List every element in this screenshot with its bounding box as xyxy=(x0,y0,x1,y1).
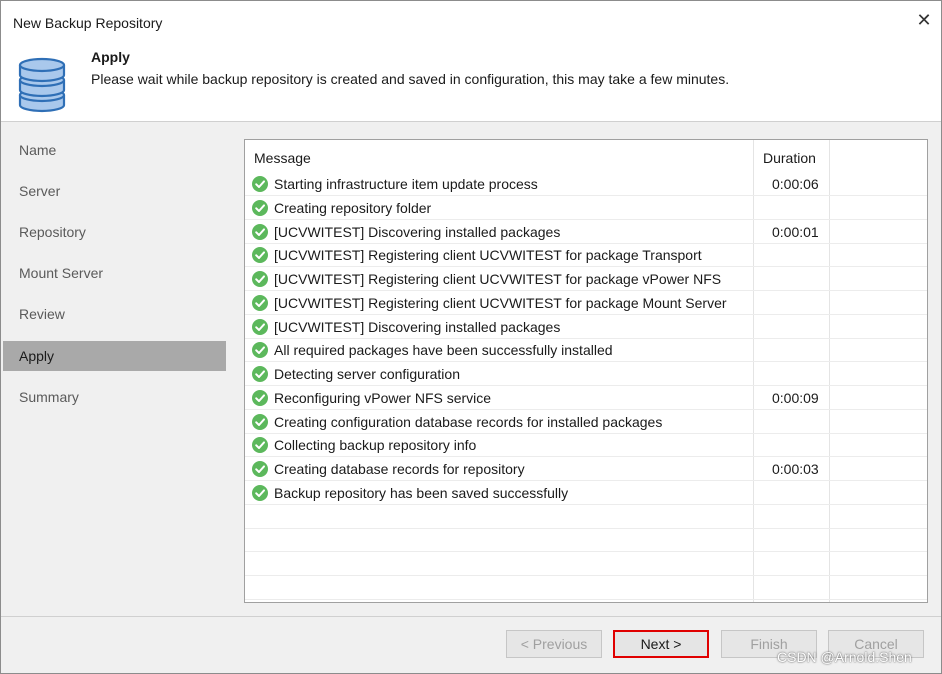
empty-row xyxy=(245,552,927,576)
empty-row xyxy=(245,576,927,600)
success-check-icon xyxy=(252,223,268,240)
table-row[interactable]: [UCVWITEST] Discovering installed packag… xyxy=(245,315,927,339)
row-message: Reconfiguring vPower NFS service xyxy=(274,389,492,406)
table-row[interactable]: [UCVWITEST] Registering client UCVWITEST… xyxy=(245,243,927,268)
success-check-icon xyxy=(252,389,268,406)
empty-row xyxy=(245,600,927,603)
success-check-icon xyxy=(252,484,268,501)
success-check-icon xyxy=(252,461,268,477)
row-message: [UCVWITEST] Discovering installed packag… xyxy=(274,318,561,335)
table-row[interactable]: Creating database records for repository… xyxy=(245,457,927,481)
row-message: [UCVWITEST] Registering client UCVWITEST… xyxy=(274,294,727,311)
success-check-icon xyxy=(252,271,268,287)
row-message: Detecting server configuration xyxy=(274,366,460,382)
sidebar-item-mount-server[interactable]: Mount Server xyxy=(3,258,226,288)
row-message: Starting infrastructure item update proc… xyxy=(274,176,538,192)
sidebar-item-summary[interactable]: Summary xyxy=(3,382,226,412)
success-check-icon xyxy=(252,437,268,454)
row-message: [UCVWITEST] Discovering installed packag… xyxy=(274,223,561,240)
success-check-icon xyxy=(252,318,268,335)
success-check-icon xyxy=(252,413,268,430)
success-check-icon xyxy=(252,366,268,382)
table-row[interactable]: Backup repository has been saved success… xyxy=(245,481,927,505)
title-bar: New Backup Repository ✕ xyxy=(1,1,941,41)
close-icon[interactable]: ✕ xyxy=(913,9,935,31)
row-message: Creating configuration database records … xyxy=(274,413,663,430)
row-message: Collecting backup repository info xyxy=(274,437,477,454)
table-row[interactable]: Detecting server configuration xyxy=(245,362,927,386)
column-header-message[interactable]: Message xyxy=(254,150,311,166)
table-row[interactable]: Starting infrastructure item update proc… xyxy=(245,172,927,196)
row-message: All required packages have been successf… xyxy=(274,342,613,359)
row-duration: 0:00:06 xyxy=(772,176,819,192)
success-check-icon xyxy=(252,342,268,359)
step-description: Please wait while backup repository is c… xyxy=(91,71,730,87)
wizard-steps-sidebar: Name Server Repository Mount Server Revi… xyxy=(1,122,229,616)
watermark: CSDN @Arnold.Shen xyxy=(777,649,912,665)
sidebar-item-review[interactable]: Review xyxy=(3,299,226,329)
wizard-window: New Backup Repository ✕ Apply Please wai… xyxy=(0,0,942,674)
table-row[interactable]: Collecting backup repository info xyxy=(245,433,927,458)
sidebar-item-server[interactable]: Server xyxy=(3,176,226,206)
database-icon xyxy=(18,57,66,113)
table-row[interactable]: [UCVWITEST] Discovering installed packag… xyxy=(245,220,927,244)
success-check-icon xyxy=(252,294,268,311)
step-title: Apply xyxy=(91,49,130,65)
row-duration: 0:00:03 xyxy=(772,461,819,477)
table-row[interactable]: Reconfiguring vPower NFS service 0:00:09 xyxy=(245,386,927,410)
sidebar-item-name[interactable]: Name xyxy=(3,135,226,165)
success-check-icon xyxy=(252,176,268,192)
next-button[interactable]: Next > xyxy=(613,630,709,658)
row-message: Creating database records for repository xyxy=(274,461,525,477)
table-row[interactable]: [UCVWITEST] Registering client UCVWITEST… xyxy=(245,267,927,291)
success-check-icon xyxy=(252,199,268,216)
main-panel: Message Duration Starting infrastructure… xyxy=(229,122,941,616)
window-title: New Backup Repository xyxy=(13,15,163,31)
table-row[interactable]: All required packages have been successf… xyxy=(245,338,927,363)
previous-button[interactable]: < Previous xyxy=(506,630,602,658)
sidebar-item-apply[interactable]: Apply xyxy=(3,341,226,371)
row-message: [UCVWITEST] Registering client UCVWITEST… xyxy=(274,247,702,264)
row-duration: 0:00:01 xyxy=(772,223,819,240)
table-row[interactable]: Creating repository folder xyxy=(245,196,927,220)
table-row[interactable]: Creating configuration database records … xyxy=(245,410,927,434)
progress-log-list[interactable]: Message Duration Starting infrastructure… xyxy=(244,139,928,603)
empty-row xyxy=(245,528,927,553)
empty-row xyxy=(245,505,927,529)
sidebar-item-repository[interactable]: Repository xyxy=(3,217,226,247)
column-header-duration[interactable]: Duration xyxy=(763,150,816,166)
row-duration: 0:00:09 xyxy=(772,389,819,406)
wizard-header: Apply Please wait while backup repositor… xyxy=(1,41,941,121)
row-message: Backup repository has been saved success… xyxy=(274,484,569,501)
success-check-icon xyxy=(252,247,268,264)
table-row[interactable]: [UCVWITEST] Registering client UCVWITEST… xyxy=(245,291,927,315)
list-header: Message Duration xyxy=(245,140,927,172)
row-message: [UCVWITEST] Registering client UCVWITEST… xyxy=(274,271,722,287)
row-message: Creating repository folder xyxy=(274,199,432,216)
